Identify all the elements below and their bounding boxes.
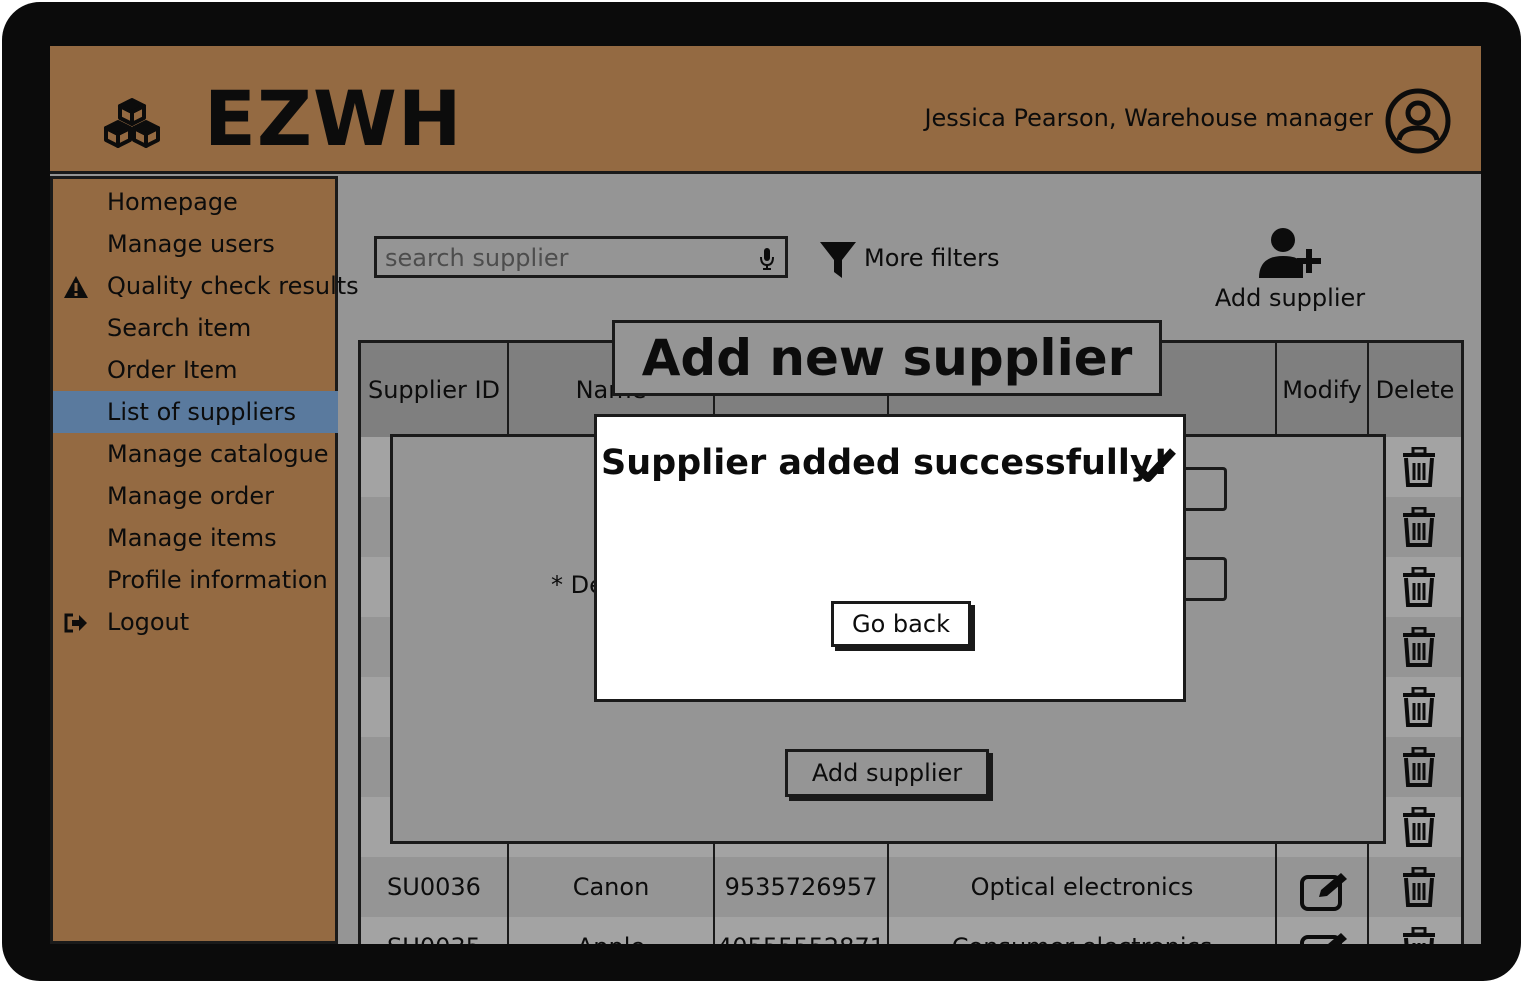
sidebar-item-manage-catalogue[interactable]: Manage catalogue: [53, 433, 338, 475]
sidebar-item-search-item[interactable]: Search item: [53, 307, 338, 349]
go-back-button[interactable]: Go back: [831, 601, 971, 647]
form-text-field[interactable]: [1183, 557, 1227, 601]
app-screen: EZWH Jessica Pearson, Warehouse manager …: [50, 46, 1481, 944]
sidebar-item-label: Search item: [107, 314, 252, 342]
trash-icon[interactable]: [1401, 927, 1437, 944]
sidebar-item-homepage[interactable]: Homepage: [53, 181, 338, 223]
sidebar-item-manage-users[interactable]: Manage users: [53, 223, 338, 265]
sidebar-item-manage-items[interactable]: Manage items: [53, 517, 338, 559]
success-dialog: Supplier added successfully! Go back: [594, 414, 1186, 702]
user-name: Jessica Pearson, Warehouse manager: [924, 104, 1373, 132]
add-supplier-label: Add supplier: [1214, 284, 1366, 312]
trash-icon[interactable]: [1401, 567, 1437, 607]
cubes-logo-icon: [104, 98, 160, 148]
sidebar-item-label: Quality check results: [107, 272, 359, 300]
sidebar-item-label: Manage users: [107, 230, 275, 258]
logout-icon: [64, 613, 87, 633]
edit-icon[interactable]: [1299, 931, 1351, 944]
form-title: Add new supplier: [612, 320, 1162, 396]
app-header: EZWH Jessica Pearson, Warehouse manager: [50, 46, 1481, 174]
sidebar-item-label: Manage catalogue: [107, 440, 329, 468]
success-message: Supplier added successfully!: [601, 443, 1169, 483]
edit-icon[interactable]: [1299, 871, 1351, 911]
trash-icon[interactable]: [1401, 867, 1437, 907]
app-title: EZWH: [204, 74, 463, 163]
sidebar-nav: Homepage Manage users Quality check resu…: [50, 176, 359, 944]
warning-icon: [64, 276, 88, 298]
filter-icon: [820, 242, 856, 278]
sidebar-item-manage-order[interactable]: Manage order: [53, 475, 338, 517]
sidebar-item-label: Manage items: [107, 524, 277, 552]
sidebar-item-label: Profile information: [107, 566, 328, 594]
add-supplier-button[interactable]: Add supplier: [1210, 222, 1370, 322]
user-avatar-icon[interactable]: [1385, 88, 1451, 154]
more-filters-label: More filters: [864, 244, 1000, 272]
sidebar-item-quality-check-results[interactable]: Quality check results: [53, 265, 359, 307]
trash-icon[interactable]: [1401, 807, 1437, 847]
add-user-icon: [1259, 228, 1321, 278]
microphone-icon[interactable]: [759, 247, 775, 271]
sidebar-item-label: Homepage: [107, 188, 238, 216]
sidebar-item-profile-information[interactable]: Profile information: [53, 559, 338, 601]
form-text-field[interactable]: [1183, 467, 1227, 511]
form-add-supplier-button[interactable]: Add supplier: [785, 749, 989, 797]
trash-icon[interactable]: [1401, 507, 1437, 547]
column-header-modify: Modify: [1277, 343, 1369, 437]
search-input[interactable]: search supplier: [374, 236, 788, 278]
checkmark-icon: [1134, 448, 1176, 482]
device-frame: EZWH Jessica Pearson, Warehouse manager …: [2, 2, 1521, 981]
sidebar-item-order-item[interactable]: Order Item: [53, 349, 338, 391]
sidebar-item-logout[interactable]: Logout: [53, 601, 338, 643]
trash-icon[interactable]: [1401, 687, 1437, 727]
sidebar-item-label: Manage order: [107, 482, 274, 510]
sidebar-item-label: List of suppliers: [107, 398, 296, 426]
sidebar-item-label: Order Item: [107, 356, 238, 384]
search-placeholder: search supplier: [385, 244, 569, 272]
column-header-delete: Delete: [1375, 376, 1455, 404]
trash-icon[interactable]: [1401, 627, 1437, 667]
trash-icon[interactable]: [1401, 747, 1437, 787]
sidebar-item-label: Logout: [107, 608, 190, 636]
sidebar-item-list-of-suppliers[interactable]: List of suppliers: [53, 391, 338, 433]
trash-icon[interactable]: [1401, 447, 1437, 487]
column-header-supplier-id: Supplier ID: [361, 343, 509, 437]
